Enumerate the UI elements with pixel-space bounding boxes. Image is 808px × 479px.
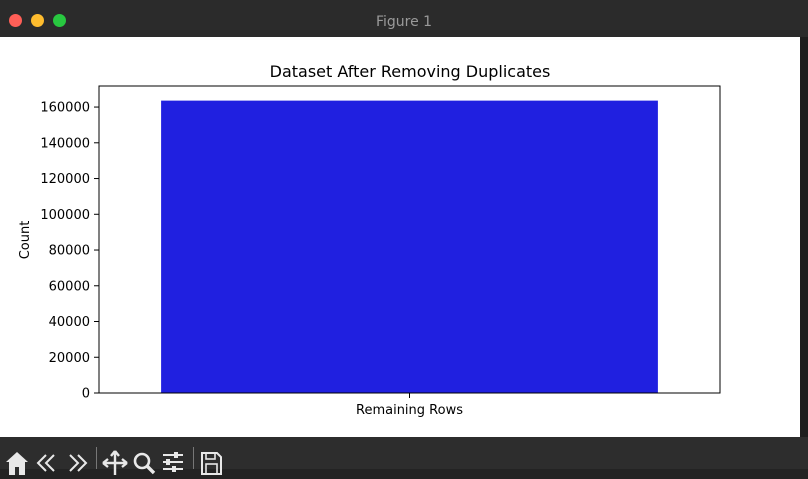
home-icon[interactable] <box>4 449 30 475</box>
y-tick-label: 120000 <box>40 172 90 187</box>
y-tick-label: 40000 <box>49 315 90 330</box>
y-tick-label: 20000 <box>49 351 90 366</box>
back-icon[interactable] <box>34 449 60 475</box>
toolbar-separator <box>193 447 194 469</box>
forward-icon[interactable] <box>64 449 90 475</box>
y-tick-label: 100000 <box>40 208 90 223</box>
pan-icon[interactable] <box>102 449 128 475</box>
x-tick-label: Remaining Rows <box>356 403 463 418</box>
bars <box>161 100 658 393</box>
zoom-icon[interactable] <box>131 449 157 475</box>
bar <box>161 100 658 393</box>
x-axis-ticks: Remaining Rows <box>356 393 463 418</box>
y-tick-label: 0 <box>82 387 90 402</box>
y-tick-label: 80000 <box>49 244 90 259</box>
toolbar-separator <box>96 447 97 469</box>
figure-toolbar <box>0 437 808 475</box>
background-window-edge <box>800 37 808 437</box>
y-tick-label: 160000 <box>40 101 90 116</box>
save-icon[interactable] <box>198 449 224 475</box>
chart-title: Dataset After Removing Duplicates <box>270 62 551 81</box>
y-tick-label: 140000 <box>40 136 90 151</box>
figure-canvas: Dataset After Removing Duplicates Count … <box>0 37 800 437</box>
configure-subplots-icon[interactable] <box>160 449 186 475</box>
window-titlebar: Figure 1 <box>0 0 808 37</box>
y-tick-label: 60000 <box>49 279 90 294</box>
y-axis-label: Count <box>18 221 33 260</box>
y-axis-ticks: 0 20000 40000 60000 80000 100000 120000 140000 1… <box>40 101 99 402</box>
bar-chart: Dataset After Removing Duplicates Count … <box>18 62 721 418</box>
